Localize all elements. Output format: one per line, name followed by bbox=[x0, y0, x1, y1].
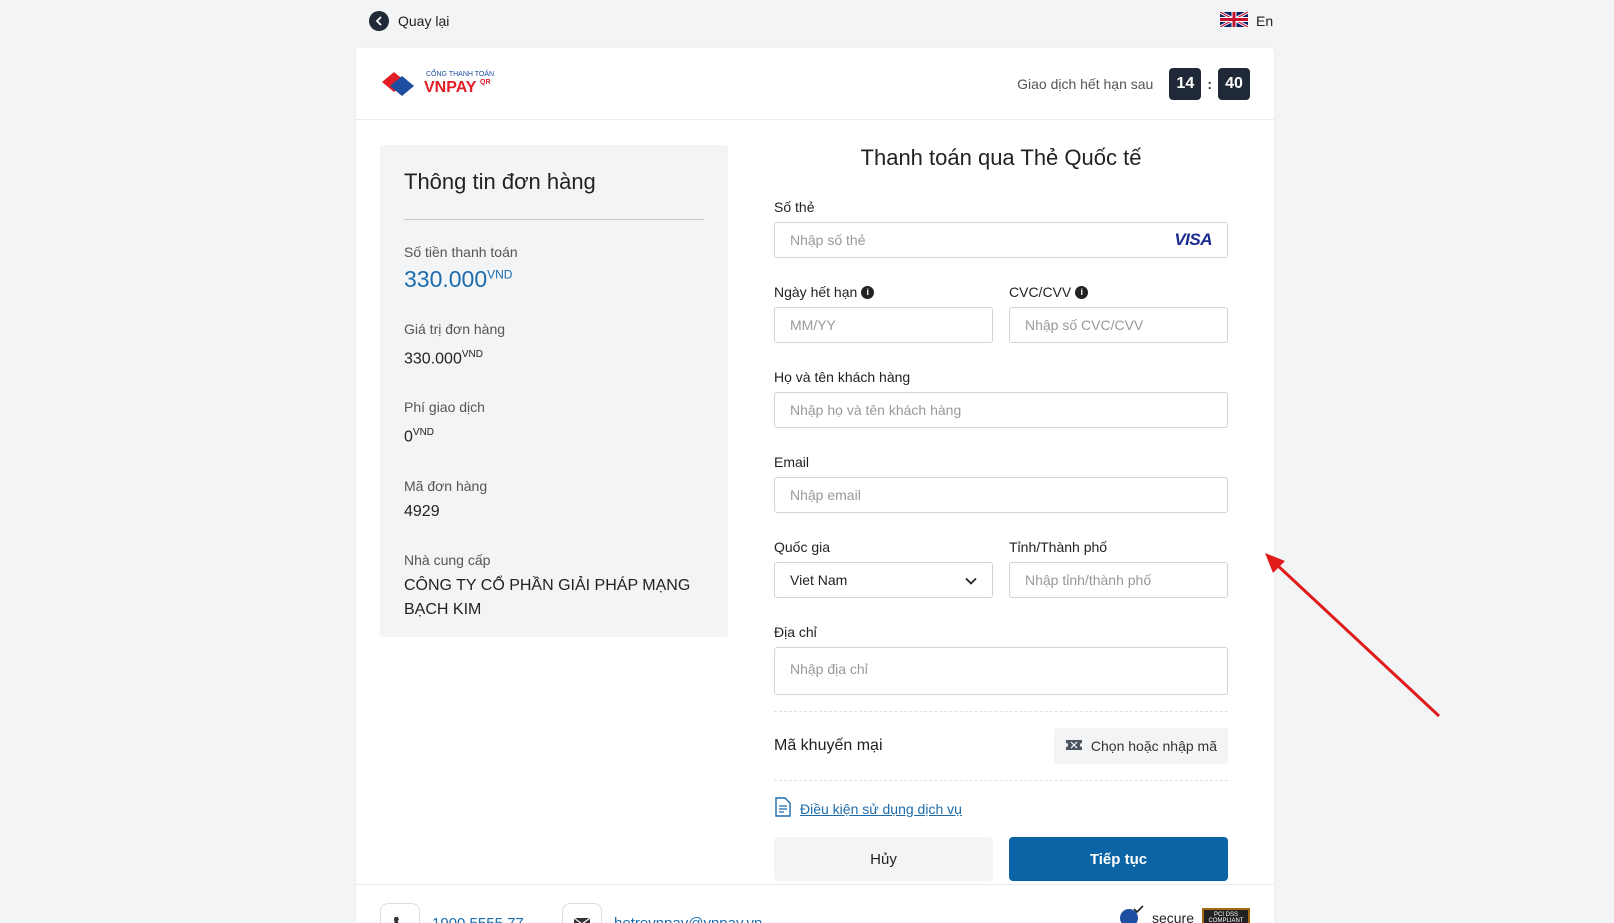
order-id-label: Mã đơn hàng bbox=[404, 477, 488, 494]
address-input[interactable]: Nhập địa chỉ bbox=[774, 647, 1228, 695]
continue-button[interactable]: Tiếp tục bbox=[1009, 837, 1228, 881]
top-bar: Quay lại En bbox=[0, 0, 1614, 42]
card-number-input[interactable]: Nhập số thẻ VISA bbox=[774, 222, 1228, 258]
amount-value: 330.000VND bbox=[404, 266, 513, 292]
uk-flag-icon bbox=[1219, 10, 1249, 30]
cancel-button[interactable]: Hủy bbox=[774, 837, 993, 881]
ticket-icon bbox=[1065, 738, 1083, 754]
secure-shield-icon bbox=[1114, 905, 1144, 923]
email-label: Email bbox=[774, 454, 810, 470]
form-title: Thanh toán qua Thẻ Quốc tế bbox=[860, 145, 1142, 170]
address-label: Địa chỉ bbox=[774, 624, 817, 640]
email-input[interactable]: Nhập email bbox=[774, 477, 1228, 513]
order-info-title: Thông tin đơn hàng bbox=[404, 169, 704, 220]
supplier-label: Nhà cung cấp bbox=[404, 551, 491, 568]
timer-label: Giao dịch hết hạn sau bbox=[1017, 76, 1154, 92]
cvc-label: CVC/CVV i bbox=[1009, 284, 1228, 300]
promo-label: Mã khuyến mại bbox=[774, 737, 883, 754]
svg-text:CỔNG THANH TOÁN: CỔNG THANH TOÁN bbox=[426, 69, 494, 78]
city-input[interactable]: Nhập tỉnh/thành phố bbox=[1009, 562, 1228, 598]
back-button[interactable]: Quay lại bbox=[369, 11, 449, 31]
chevron-left-icon bbox=[369, 11, 389, 31]
document-icon bbox=[774, 797, 792, 820]
amount-label: Số tiền thanh toán bbox=[404, 244, 518, 260]
phone-contact[interactable]: 1900 5555 77 bbox=[380, 903, 524, 923]
chevron-down-icon bbox=[965, 572, 977, 588]
svg-text:VNPAY: VNPAY bbox=[424, 79, 477, 96]
back-label: Quay lại bbox=[398, 13, 450, 29]
supplier-value: CÔNG TY CỔ PHẦN GIẢI PHÁP MẠNG BẠCH KIM bbox=[404, 576, 691, 618]
expiry-input[interactable]: MM/YY bbox=[774, 307, 993, 343]
city-label: Tỉnh/Thành phố bbox=[1009, 539, 1108, 555]
promo-button[interactable]: Chọn hoặc nhập mã bbox=[1053, 728, 1228, 764]
expiry-label: Ngày hết hạn i bbox=[774, 284, 993, 300]
promo-section: Mã khuyến mại Chọn hoặc nhập mã bbox=[774, 711, 1228, 781]
language-switcher[interactable]: En bbox=[1219, 10, 1274, 30]
order-value: 330.000VND bbox=[404, 349, 483, 368]
payment-card: CỔNG THANH TOÁN VNPAY QR Giao dịch hết h… bbox=[356, 48, 1274, 923]
name-label: Họ và tên khách hàng bbox=[774, 369, 911, 385]
card-footer: 1900 5555 77 hotrovnpay@vnpay.vn secure … bbox=[356, 884, 1274, 923]
timer-minutes: 14 bbox=[1169, 68, 1202, 100]
order-value-label: Giá trị đơn hàng bbox=[404, 321, 506, 337]
fee-label: Phí giao dịch bbox=[404, 399, 485, 416]
country-label: Quốc gia bbox=[774, 539, 831, 555]
mail-icon bbox=[562, 903, 602, 923]
card-header: CỔNG THANH TOÁN VNPAY QR Giao dịch hết h… bbox=[356, 48, 1274, 120]
email-contact[interactable]: hotrovnpay@vnpay.vn bbox=[562, 903, 762, 923]
vnpay-logo: CỔNG THANH TOÁN VNPAY QR bbox=[380, 66, 500, 100]
card-number-label: Số thẻ bbox=[774, 199, 815, 215]
language-label: En bbox=[1256, 13, 1274, 29]
order-info-panel: Thông tin đơn hàng Số tiền thanh toán 33… bbox=[380, 145, 728, 637]
expiry-timer: Giao dịch hết hạn sau 14 : 40 bbox=[1017, 68, 1250, 100]
cvc-input[interactable]: Nhập số CVC/CVV bbox=[1009, 307, 1228, 343]
country-select[interactable]: Viet Nam bbox=[774, 562, 993, 598]
pci-dss-badge: PCI DSS COMPLIANT bbox=[1202, 907, 1250, 923]
info-icon[interactable]: i bbox=[1075, 285, 1089, 299]
info-icon[interactable]: i bbox=[861, 285, 875, 299]
terms-link[interactable]: Điều kiện sử dụng dịch vụ bbox=[774, 797, 1228, 820]
timer-separator: : bbox=[1207, 76, 1212, 92]
fee-value: 0VND bbox=[404, 427, 435, 446]
card-payment-form: Thanh toán qua Thẻ Quốc tế Số thẻ Nhập s… bbox=[774, 145, 1228, 881]
phone-icon bbox=[380, 903, 420, 923]
secure-label: secure bbox=[1151, 909, 1194, 923]
timer-seconds: 40 bbox=[1218, 68, 1250, 100]
visa-icon: VISA bbox=[1174, 230, 1212, 249]
secure-badge: secure PCI DSS COMPLIANT bbox=[1114, 905, 1250, 923]
name-input[interactable]: Nhập họ và tên khách hàng bbox=[774, 392, 1228, 428]
svg-text:QR: QR bbox=[480, 79, 491, 86]
order-id-value: 4929 bbox=[404, 502, 440, 520]
